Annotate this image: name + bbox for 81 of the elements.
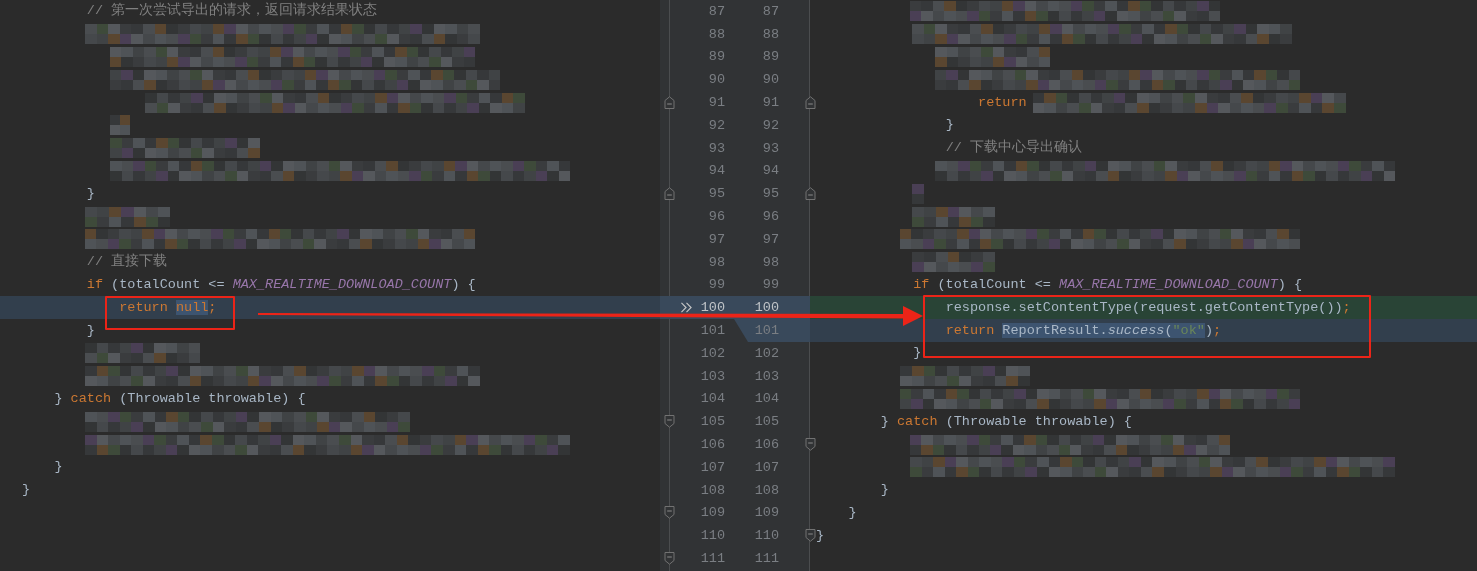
line-number: 111 (699, 551, 725, 566)
line-number: 94 (761, 163, 779, 179)
line-number: 105 (699, 414, 725, 430)
code-line: // 下载中心导出确认 (945, 139, 1082, 158)
code-line: } (816, 526, 825, 545)
line-number: 89 (707, 49, 725, 65)
code-line: } catch (Throwable throwable) { (880, 412, 1132, 431)
line-number: 90 (761, 72, 779, 88)
line-number: 88 (707, 26, 725, 42)
code-line: } (913, 344, 922, 363)
fold-marker-icon[interactable] (805, 187, 816, 201)
fold-marker-icon[interactable] (805, 96, 816, 110)
line-number: 87 (761, 3, 779, 19)
line-number: 102 (753, 345, 779, 361)
fold-marker-icon[interactable] (663, 96, 675, 110)
line-number: 100 (699, 300, 725, 316)
line-number: 90 (707, 72, 725, 88)
fold-marker-icon[interactable] (663, 506, 675, 520)
code-line: } (945, 116, 954, 135)
line-number: 96 (761, 209, 779, 225)
fold-marker-icon[interactable] (663, 415, 675, 429)
line-number: 93 (761, 140, 779, 156)
line-number: 96 (707, 209, 725, 225)
line-number: 110 (699, 528, 725, 544)
code-line: } (54, 458, 63, 477)
line-number: 91 (761, 95, 779, 111)
line-number: 107 (753, 459, 779, 475)
line-number: 111 (753, 551, 779, 566)
line-number: 109 (699, 505, 725, 521)
line-number: 107 (699, 459, 725, 475)
line-number: 97 (707, 231, 725, 247)
code-line: return (978, 93, 1027, 112)
line-number: 98 (707, 254, 725, 270)
line-number: 94 (707, 163, 725, 179)
line-number: 106 (699, 437, 725, 453)
line-number: 101 (753, 323, 779, 339)
line-number: 92 (707, 117, 725, 133)
fold-marker-icon[interactable] (663, 552, 675, 565)
double-chevron-icon[interactable] (680, 302, 693, 314)
line-number: 104 (753, 391, 779, 407)
code-line: if (totalCount <= MAX_REALTIME_DOWNLOAD_COUNT) { (913, 275, 1303, 294)
line-number: 103 (753, 368, 779, 384)
line-number: 97 (761, 231, 779, 247)
code-line: // 第一次尝试导出的请求，返回请求结果状态 (86, 2, 378, 21)
line-number: 110 (753, 528, 779, 544)
line-number: 102 (699, 345, 725, 361)
code-line: } (848, 503, 857, 522)
code-line: } (86, 321, 95, 340)
code-line: if (totalCount <= MAX_REALTIME_DOWNLOAD_COUNT) { (86, 275, 476, 294)
line-number: 104 (699, 391, 725, 407)
code-line: } (22, 481, 31, 500)
fold-marker-icon[interactable] (805, 438, 816, 452)
line-number: 108 (699, 482, 725, 498)
line-number: 99 (707, 277, 725, 293)
code-line: } (86, 184, 95, 203)
code-line: } catch (Throwable throwable) { (54, 389, 306, 408)
line-number: 89 (761, 49, 779, 65)
line-number: 88 (761, 26, 779, 42)
code-line: // 直接下载 (86, 253, 168, 272)
line-number: 108 (753, 482, 779, 498)
line-number: 106 (753, 437, 779, 453)
line-number: 91 (707, 95, 725, 111)
line-number: 103 (699, 368, 725, 384)
code-line: return null; (119, 298, 217, 317)
blurred-code (912, 183, 924, 204)
line-number: 105 (753, 414, 779, 430)
line-number: 92 (761, 117, 779, 133)
line-number: 95 (707, 186, 725, 202)
line-number: 98 (761, 254, 779, 270)
line-number: 99 (761, 277, 779, 293)
line-number: 87 (707, 3, 725, 19)
code-line: response.setContentType(request.getContentType()); (945, 298, 1351, 317)
line-number: 101 (699, 323, 725, 339)
fold-marker-icon[interactable] (663, 187, 675, 201)
line-number: 109 (753, 505, 779, 521)
blurred-code (110, 115, 130, 136)
code-line: } (880, 481, 889, 500)
line-number: 100 (753, 300, 779, 316)
line-number: 95 (761, 186, 779, 202)
fold-marker-icon[interactable] (805, 529, 816, 543)
line-number: 93 (707, 140, 725, 156)
